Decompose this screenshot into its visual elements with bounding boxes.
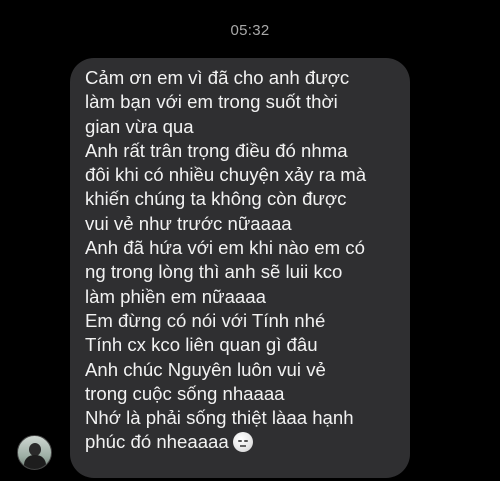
message-line-text: phúc đó nheaaaa	[85, 431, 229, 453]
message-line: đôi khi có nhiều chuyện xảy ra mà	[85, 164, 367, 186]
message-timestamp: 05:32	[230, 22, 270, 39]
message-line: vui vẻ như trước nữaaaa	[85, 212, 292, 234]
message-line: trong cuộc sống nhaaaa	[85, 382, 285, 404]
message-line: Nhớ là phải sống thiệt làaa hạnh	[85, 407, 354, 429]
message-line: khiến chúng ta không còn được	[85, 188, 347, 210]
message-line: Anh chúc Nguyên luôn vui vẻ	[85, 358, 326, 380]
message-line: gian vừa qua	[85, 115, 194, 137]
message-line: làm phiền em nữaaaa	[85, 285, 266, 307]
message-line: làm bạn với em trong suốt thời	[85, 91, 338, 113]
message-line: Anh rất trân trọng điều đó nhma	[85, 139, 348, 161]
message-line: ng trong lòng thì anh sẽ luii kco	[85, 261, 343, 283]
sender-avatar[interactable]	[17, 435, 52, 470]
message-line-last: phúc đó nheaaaa	[85, 430, 400, 454]
avatar-torso-shape	[24, 455, 46, 469]
message-line: Tính cx kco liên quan gì đâu	[85, 334, 318, 356]
message-line: Anh đã hứa với em khi nào em có	[85, 237, 365, 259]
message-bubble[interactable]: Cảm ơn em vì đã cho anh được làm bạn với…	[70, 58, 410, 478]
message-line: Em đừng có nói với Tính nhé	[85, 309, 326, 331]
message-line: Cảm ơn em vì đã cho anh được	[85, 67, 350, 88]
neutral-face-emoji-icon	[232, 432, 253, 453]
